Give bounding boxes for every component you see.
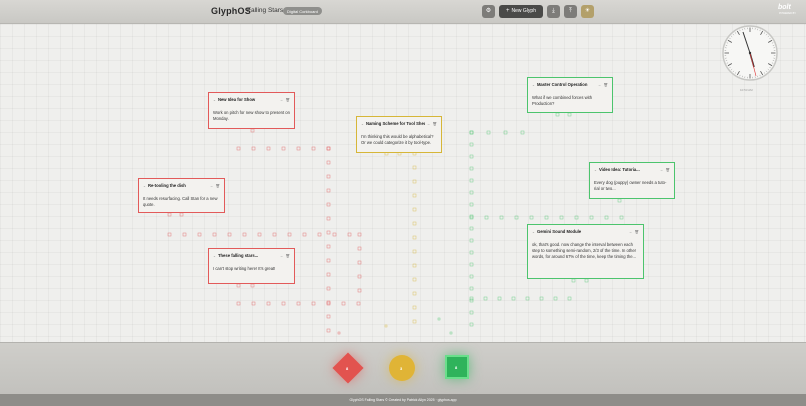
- new-glyph-label: New Glyph: [511, 8, 536, 14]
- download-icon: ⤓: [552, 8, 555, 14]
- note-card-master-control[interactable]: ⌄ Master Control Operation – 🗑 What if w…: [527, 77, 613, 113]
- note-card-new-idea[interactable]: ⌄ New Idea for Show – 🗑 Work on pitch fo…: [208, 92, 295, 129]
- gear-icon: ⚙: [485, 8, 492, 14]
- note-card-falling-stars[interactable]: ⌄ These falling stars... – 🗑 I can't sto…: [208, 248, 295, 284]
- note-card-retooling[interactable]: ⌄ Re-tooling the dish – 🗑 It needs resur…: [138, 178, 225, 213]
- yellow-glyph-count: 3: [400, 366, 403, 371]
- minimize-icon[interactable]: –: [211, 184, 213, 188]
- trash-icon[interactable]: 🗑: [604, 83, 608, 87]
- upload-button[interactable]: ⤒: [564, 5, 577, 18]
- app-subtitle: Falling Stars: [247, 7, 284, 14]
- minimize-icon[interactable]: –: [281, 254, 283, 258]
- footer: GlyphOS Falling Stars © Created by Patri…: [0, 394, 806, 406]
- bolt-logo[interactable]: bolt: [778, 4, 791, 11]
- plus-icon: +: [506, 8, 510, 14]
- note-title: Master Control Operation: [536, 82, 588, 87]
- note-body[interactable]: It needs resurfacing. Call Stan for a ne…: [143, 196, 220, 208]
- trash-icon[interactable]: 🗑: [216, 184, 220, 188]
- chevron-down-icon[interactable]: ⌄: [594, 168, 597, 172]
- note-title: Video Idea: Tutoria...: [598, 167, 640, 172]
- note-title: Re-tooling the dish: [147, 183, 186, 188]
- note-body[interactable]: I can't stop writing here! It's great!: [213, 266, 290, 272]
- minimize-icon[interactable]: –: [661, 168, 663, 172]
- note-body[interactable]: Work on pitch for new show to present on…: [213, 110, 290, 122]
- sun-icon: ☀: [584, 8, 591, 14]
- note-title: Gemini Sound Module: [536, 229, 582, 234]
- chevron-down-icon[interactable]: ⌄: [143, 184, 146, 188]
- chevron-down-icon[interactable]: ⌄: [532, 230, 535, 234]
- note-title: These falling stars...: [217, 253, 259, 258]
- trash-icon[interactable]: 🗑: [286, 254, 290, 258]
- note-body[interactable]: Every dog (puppy) owner needs a tuto-ria…: [594, 180, 670, 192]
- note-title: Naming Scheme for Tool Shed: [365, 121, 425, 126]
- note-card-naming-scheme[interactable]: ⌄ Naming Scheme for Tool Shed – 🗑 I'm th…: [356, 116, 442, 153]
- app-header: GlyphOS Falling Stars Digital Corkboard …: [0, 0, 806, 24]
- mode-badge: Digital Corkboard: [283, 7, 322, 15]
- new-glyph-button[interactable]: + New Glyph: [499, 5, 543, 18]
- note-card-video-idea[interactable]: ⌄ Video Idea: Tutoria... – 🗑 Every dog (…: [589, 162, 675, 199]
- chevron-down-icon[interactable]: ⌄: [361, 122, 364, 126]
- corkboard-canvas[interactable]: [0, 24, 806, 342]
- minimize-icon[interactable]: –: [428, 122, 430, 126]
- green-glyph-count: 8: [455, 365, 458, 370]
- chevron-down-icon[interactable]: ⌄: [213, 98, 216, 102]
- trash-icon[interactable]: 🗑: [433, 122, 437, 126]
- minimize-icon[interactable]: –: [599, 83, 601, 87]
- note-body[interactable]: I'm thinking this would be alphabetical?…: [361, 134, 437, 146]
- note-body[interactable]: ok, that's good. now change the interval…: [532, 242, 639, 260]
- footer-credit[interactable]: GlyphOS Falling Stars © Created by Patri…: [349, 398, 456, 402]
- bolt-caption: POWERED BY: [779, 12, 796, 15]
- trash-icon[interactable]: 🗑: [666, 168, 670, 172]
- chevron-down-icon[interactable]: ⌄: [532, 83, 535, 87]
- download-button[interactable]: ⤓: [547, 5, 560, 18]
- note-card-gemini-sound[interactable]: ⌄ Gemini Sound Module – 🗑 ok, that's goo…: [527, 224, 644, 279]
- note-body[interactable]: What if we combined forces with Producti…: [532, 95, 608, 107]
- theme-toggle-button[interactable]: ☀: [581, 5, 594, 18]
- brand-title: GlyphOS: [211, 6, 251, 16]
- trash-icon[interactable]: 🗑: [286, 98, 290, 102]
- upload-icon: ⤒: [569, 8, 572, 14]
- red-glyph-count: 8: [346, 366, 349, 371]
- note-title: New Idea for Show: [217, 97, 256, 102]
- minimize-icon[interactable]: –: [281, 98, 283, 102]
- minimize-icon[interactable]: –: [630, 230, 632, 234]
- chevron-down-icon[interactable]: ⌄: [213, 254, 216, 258]
- trash-icon[interactable]: 🗑: [635, 230, 639, 234]
- analog-clock: [722, 25, 778, 81]
- clock-digital-time: 10:53 AM: [740, 88, 753, 92]
- settings-button[interactable]: ⚙: [482, 5, 495, 18]
